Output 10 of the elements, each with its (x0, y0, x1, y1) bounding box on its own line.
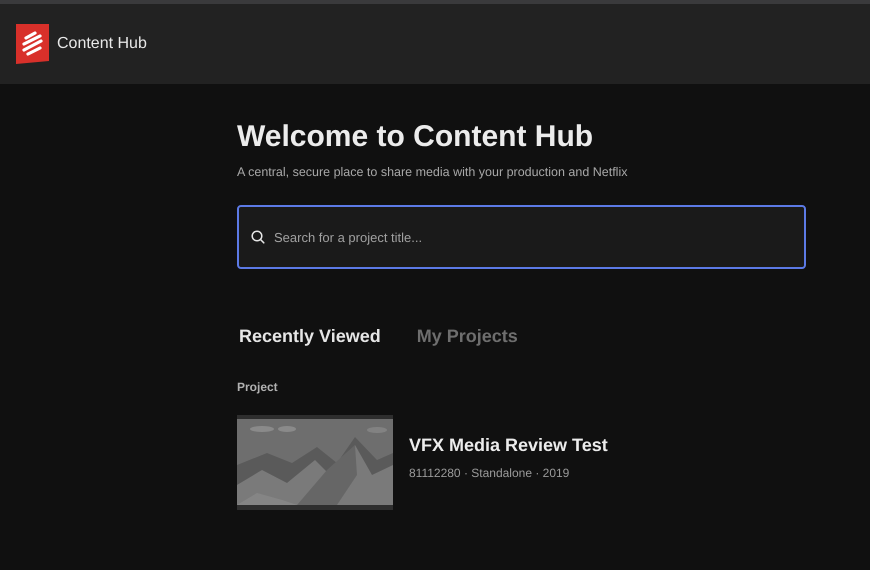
tab[interactable]: My Projects (416, 325, 518, 347)
welcome-title: Welcome to Content Hub (237, 119, 594, 155)
app-name[interactable]: Content Hub (57, 35, 147, 53)
project-title[interactable]: VFX Media Review Test (409, 435, 608, 456)
search-field[interactable]: Search for a project title... (237, 205, 806, 269)
welcome-subtitle: A central, secure place to share media with your production and Netflix (237, 164, 628, 180)
column-label: Project (237, 380, 279, 394)
project-meta: 81112280 · Standalone · 2019 (409, 466, 570, 480)
logo-icon (16, 24, 49, 64)
tab[interactable]: Recently Viewed (239, 325, 381, 347)
